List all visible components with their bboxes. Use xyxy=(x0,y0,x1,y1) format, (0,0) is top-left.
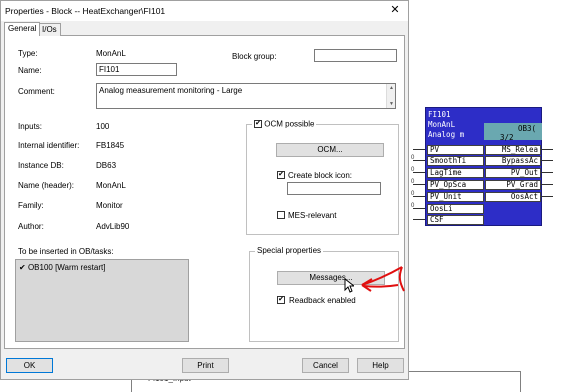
create-block-icon-checkbox[interactable]: ✔ xyxy=(277,171,285,179)
block-type: MonAnL xyxy=(428,120,456,129)
check-icon: ✔ xyxy=(19,263,26,272)
create-block-icon-label: Create block icon: xyxy=(288,171,353,180)
block-output-port[interactable]: PV_Out xyxy=(485,168,541,178)
author-label: Author: xyxy=(18,222,44,231)
input-wire xyxy=(413,160,425,161)
ob-tasks-label: To be inserted in OB/tasks: xyxy=(18,247,114,256)
annotation-arrow-tail xyxy=(398,266,405,292)
family-label: Family: xyxy=(18,201,44,210)
tab-ios[interactable]: I/Os xyxy=(38,23,61,36)
comment-textarea[interactable]: Analog measurement monitoring - Large ▲ … xyxy=(96,83,396,109)
ob-tasks-listbox[interactable]: ✔ OB100 [Warm restart] xyxy=(15,259,189,342)
block-output-port[interactable]: BypassAc xyxy=(485,156,541,166)
input-wire xyxy=(413,196,425,197)
family-value: Monitor xyxy=(96,201,123,210)
scroll-up-icon[interactable]: ▲ xyxy=(388,85,395,91)
input-pin-value: 0 xyxy=(411,179,415,185)
input-pin-value: 0 xyxy=(411,155,415,161)
block-ob-label: OB3( xyxy=(518,124,537,133)
block-output-port[interactable]: MS_Relea xyxy=(485,145,541,155)
ocm-group-title: ✔ OCM possible xyxy=(252,119,317,129)
name-header-value: MonAnL xyxy=(96,181,126,190)
type-value: MonAnL xyxy=(96,49,126,58)
readback-enabled-checkbox[interactable]: ✔ xyxy=(277,296,285,304)
instance-db-value: DB63 xyxy=(96,161,117,170)
cancel-button[interactable]: Cancel xyxy=(302,358,349,373)
input-wire xyxy=(413,208,425,209)
function-block-fi101[interactable]: FI101 MonAnL Analog m OB3( 3/2 PV Smooth… xyxy=(425,107,542,226)
ocm-button[interactable]: OCM... xyxy=(276,143,384,157)
dialog-titlebar[interactable]: Properties - Block -- HeatExchanger\FI10… xyxy=(1,1,408,21)
type-label: Type: xyxy=(18,49,38,58)
ob-task-item-label: OB100 [Warm restart] xyxy=(27,263,106,272)
output-wire xyxy=(541,160,553,161)
output-wire xyxy=(541,196,553,197)
comment-scrollbar[interactable]: ▲ ▼ xyxy=(386,84,395,108)
block-icon-input[interactable] xyxy=(287,182,381,195)
block-input-port[interactable]: OosLi xyxy=(427,204,484,214)
author-value: AdvLib90 xyxy=(96,222,130,231)
block-ob-box: OB3( 3/2 xyxy=(484,123,542,142)
special-properties-title: Special properties xyxy=(255,246,324,255)
block-output-port[interactable]: PV_Grad xyxy=(485,180,541,190)
annotation-arrow-icon xyxy=(361,266,405,292)
comment-text: Analog measurement monitoring - Large xyxy=(99,86,243,95)
general-tab-panel: Type: MonAnL Block group: Name: FI101 Co… xyxy=(4,36,405,349)
input-pin-value: 0 xyxy=(411,167,415,173)
ocm-group: ✔ OCM possible OCM... ✔ Create block ico… xyxy=(246,119,399,235)
ob-task-item[interactable]: ✔ OB100 [Warm restart] xyxy=(19,263,105,272)
mes-relevant-checkbox[interactable] xyxy=(277,211,285,219)
name-header-label: Name (header): xyxy=(18,181,75,190)
help-button[interactable]: Help xyxy=(357,358,404,373)
dialog-title: Properties - Block -- HeatExchanger\FI10… xyxy=(5,6,166,16)
output-wire xyxy=(541,149,553,150)
tab-general[interactable]: General xyxy=(4,22,41,36)
ok-button[interactable]: OK xyxy=(6,358,53,373)
block-name: FI101 xyxy=(428,110,451,119)
ocm-possible-checkbox[interactable]: ✔ xyxy=(254,119,262,128)
input-wire xyxy=(413,219,425,220)
cursor-icon xyxy=(344,278,354,293)
block-comment: Analog m xyxy=(428,130,465,139)
inputs-value: 100 xyxy=(96,122,110,131)
block-ob-sub: 3/2 xyxy=(500,133,514,142)
inputs-label: Inputs: xyxy=(18,122,43,131)
internal-id-label: Internal identifier: xyxy=(18,141,80,150)
input-wire xyxy=(413,172,425,173)
properties-dialog: Properties - Block -- HeatExchanger\FI10… xyxy=(0,0,409,380)
block-group-input[interactable] xyxy=(314,49,397,62)
ocm-possible-label: OCM possible xyxy=(264,119,315,129)
comment-label: Comment: xyxy=(18,87,55,96)
close-icon[interactable]: ✕ xyxy=(382,1,408,21)
block-input-port[interactable]: CSF xyxy=(427,215,484,225)
input-wire xyxy=(413,149,425,150)
block-input-port[interactable]: LagTime xyxy=(427,168,484,178)
scroll-down-icon[interactable]: ▼ xyxy=(388,101,395,107)
block-group-label: Block group: xyxy=(232,52,277,61)
instance-db-label: Instance DB: xyxy=(18,161,64,170)
input-wire xyxy=(413,184,425,185)
block-output-port[interactable]: OosAct xyxy=(485,192,541,202)
name-input[interactable]: FI101 xyxy=(96,63,177,76)
internal-id-value: FB1845 xyxy=(96,141,125,150)
input-pin-value: 0 xyxy=(411,191,415,197)
output-wire xyxy=(541,172,553,173)
output-wire xyxy=(541,184,553,185)
annotation-arrow-head xyxy=(361,278,373,292)
block-input-port[interactable]: PV xyxy=(427,145,484,155)
name-label: Name: xyxy=(18,66,42,75)
block-input-port[interactable]: PV_Unit xyxy=(427,192,484,202)
block-input-port[interactable]: SmoothTi xyxy=(427,156,484,166)
input-pin-value: 0 xyxy=(411,203,415,209)
block-input-port[interactable]: PV_OpSca xyxy=(427,180,484,190)
annotation-arrow-line xyxy=(363,284,399,288)
mes-relevant-label: MES-relevant xyxy=(288,211,337,220)
print-button[interactable]: Print xyxy=(182,358,229,373)
